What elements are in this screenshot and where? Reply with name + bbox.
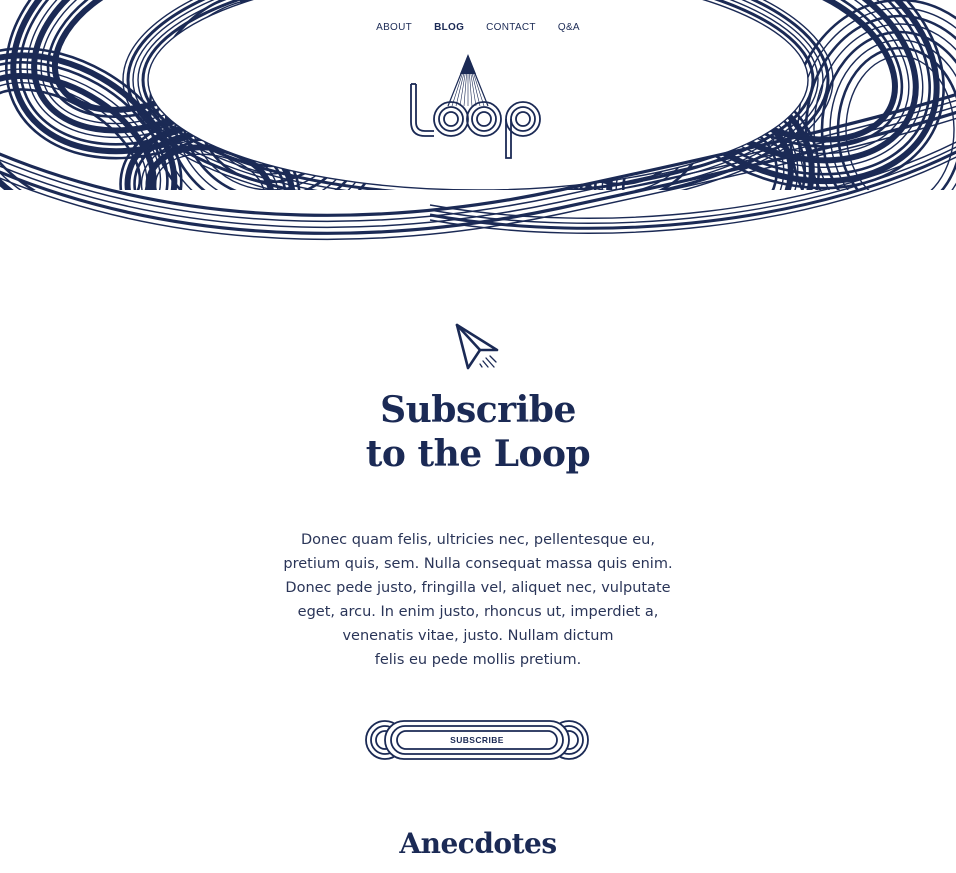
loop-logo-icon[interactable] — [400, 50, 556, 162]
paper-plane-icon — [455, 323, 499, 370]
description-line: Donec quam felis, ultricies nec, pellent… — [301, 532, 655, 548]
subscribe-title: Subscribe to the Loop — [0, 388, 956, 476]
description-line: eget, arcu. In enim justo, rhoncus ut, i… — [297, 604, 659, 620]
subscribe-button-label: SUBSCRIBE — [450, 735, 504, 745]
subscribe-description: Donec quam felis, ultricies nec, pellent… — [280, 528, 676, 672]
subscribe-button[interactable]: SUBSCRIBE — [363, 718, 591, 762]
hero-header: ABOUT BLOG CONTACT Q&A — [0, 0, 956, 270]
nav-link-qa[interactable]: Q&A — [558, 20, 580, 35]
description-line: venenatis vitae, justo. Nullam dictum — [342, 628, 614, 644]
description-line: pretium quis, sem. Nulla consequat massa… — [283, 556, 673, 572]
nav-link-contact[interactable]: CONTACT — [486, 20, 536, 35]
main-nav: ABOUT BLOG CONTACT Q&A — [0, 20, 956, 35]
subscribe-title-line-1: Subscribe — [380, 389, 576, 431]
anecdotes-heading: Anecdotes — [399, 827, 557, 860]
nav-link-about[interactable]: ABOUT — [376, 20, 412, 35]
subscribe-title-line-2: to the Loop — [365, 433, 591, 475]
nav-link-blog[interactable]: BLOG — [434, 20, 464, 35]
description-line: Donec pede justo, fringilla vel, aliquet… — [285, 580, 671, 596]
description-line: felis eu pede mollis pretium. — [374, 652, 582, 668]
